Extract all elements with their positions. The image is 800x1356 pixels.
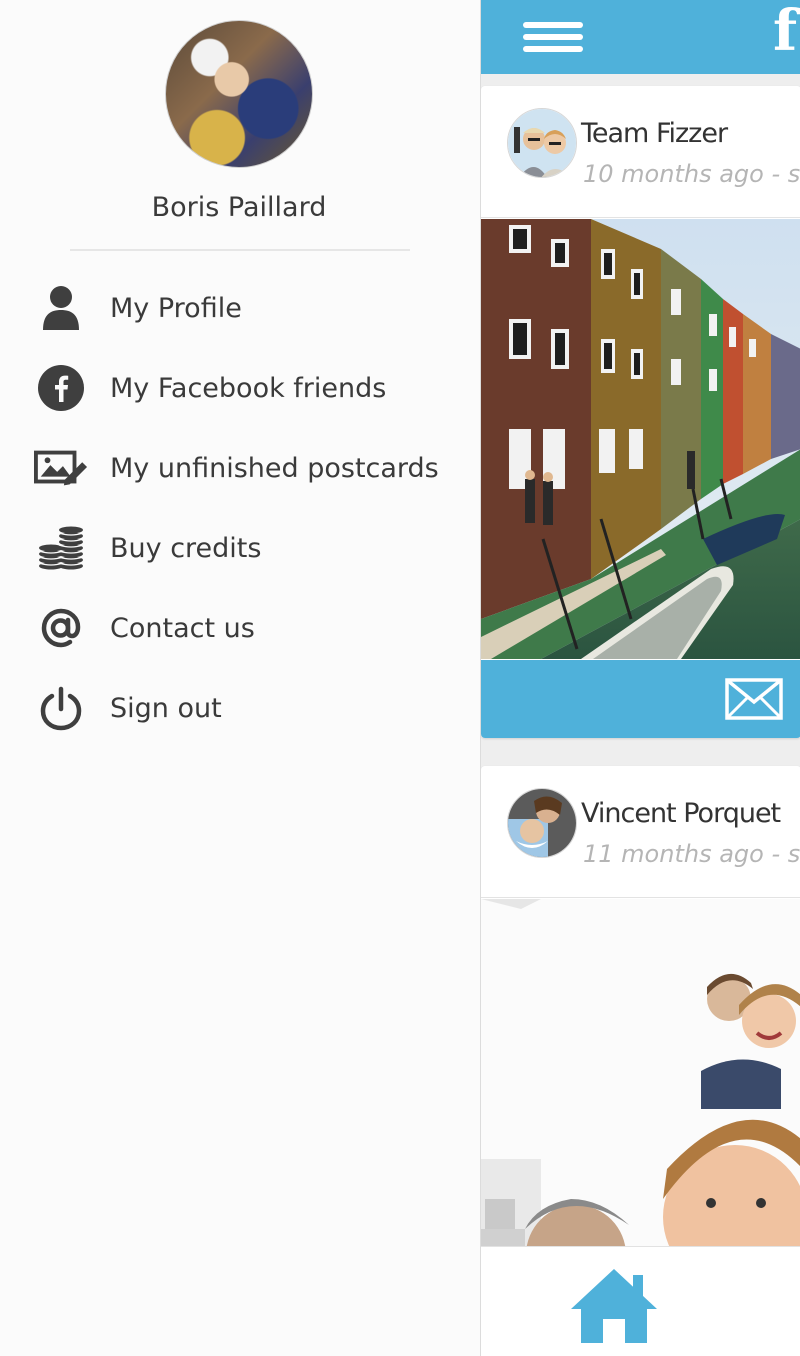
hamburger-menu-button[interactable] [523, 22, 583, 54]
menu-item-contact-us[interactable]: Contact us [0, 588, 480, 668]
top-bar: f [481, 0, 800, 74]
sender-name: Vincent Porquet [581, 798, 781, 829]
main-content: f Team Fizzer 10 months ago - s Vincent … [480, 0, 800, 1356]
at-sign-icon [34, 601, 88, 655]
menu-list: My Profile My Facebook friends My unfini… [0, 268, 480, 748]
facebook-icon [34, 361, 88, 415]
bottom-nav [481, 1246, 800, 1356]
user-avatar[interactable] [165, 20, 313, 168]
menu-item-buy-credits[interactable]: Buy credits [0, 508, 480, 588]
sent-time: 11 months ago - ser [583, 840, 800, 868]
menu-item-facebook-friends[interactable]: My Facebook friends [0, 348, 480, 428]
menu-item-sign-out[interactable]: Sign out [0, 668, 480, 748]
postcard-photo[interactable] [481, 219, 800, 659]
user-name: Boris Paillard [151, 192, 327, 223]
power-icon [34, 681, 88, 735]
menu-item-label: My Profile [110, 292, 242, 324]
mail-icon[interactable] [725, 678, 783, 724]
card-action-bar [481, 660, 800, 738]
sender-avatar [507, 788, 577, 858]
home-icon[interactable] [569, 1265, 659, 1349]
sent-time: 10 months ago - ser [583, 160, 800, 188]
postcard-card[interactable]: Team Fizzer 10 months ago - ser [481, 86, 800, 738]
menu-item-label: Buy credits [110, 532, 262, 564]
sender-avatar [507, 108, 577, 178]
coins-icon [34, 521, 88, 575]
app-logo: f [773, 0, 798, 64]
postcard-edit-icon [34, 441, 88, 495]
card-header: Vincent Porquet 11 months ago - ser [481, 766, 800, 898]
menu-item-unfinished-postcards[interactable]: My unfinished postcards [0, 428, 480, 508]
card-header: Team Fizzer 10 months ago - ser [481, 86, 800, 218]
menu-item-label: Contact us [110, 612, 255, 644]
menu-item-label: My unfinished postcards [110, 452, 439, 484]
menu-item-label: Sign out [110, 692, 222, 724]
sender-name: Team Fizzer [581, 118, 728, 149]
side-menu: Boris Paillard My Profile My Facebook fr… [0, 0, 480, 1356]
menu-item-label: My Facebook friends [110, 372, 387, 404]
menu-item-my-profile[interactable]: My Profile [0, 268, 480, 348]
person-icon [34, 281, 88, 335]
menu-divider [70, 249, 410, 251]
